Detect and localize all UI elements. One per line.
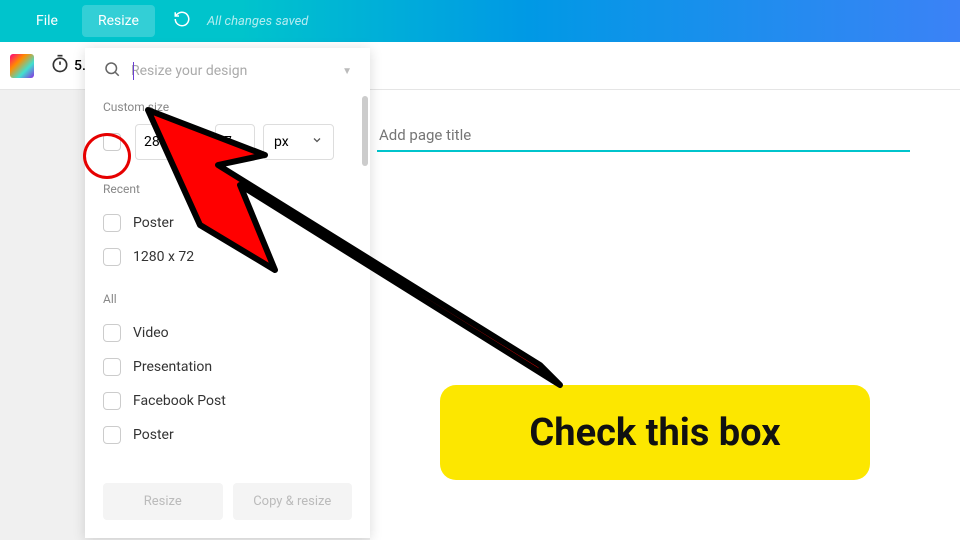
- all-label: All: [103, 292, 352, 306]
- custom-size-label: Custom size: [103, 100, 352, 114]
- timer-icon[interactable]: [50, 54, 70, 78]
- option-checkbox[interactable]: [103, 392, 121, 410]
- color-swatch-icon[interactable]: [10, 54, 34, 78]
- search-row: ▼: [103, 60, 352, 82]
- file-menu[interactable]: File: [20, 5, 74, 37]
- chevron-down-icon: [311, 134, 323, 150]
- width-input[interactable]: [135, 124, 185, 160]
- recent-option-dimensions[interactable]: 1280 x 72: [103, 240, 352, 274]
- page-title-input[interactable]: [377, 120, 910, 152]
- height-input[interactable]: [215, 124, 255, 160]
- option-label: 1280 x 72: [133, 249, 194, 265]
- recent-option-poster[interactable]: Poster: [103, 206, 352, 240]
- resize-menu[interactable]: Resize: [82, 5, 155, 37]
- annotation-callout: Check this box: [440, 385, 870, 480]
- resize-dropdown-panel: ▼ Custom size px Recent Poster 1280 x 72…: [85, 48, 370, 538]
- all-option-presentation[interactable]: Presentation: [103, 350, 352, 384]
- resize-button[interactable]: Resize: [103, 483, 223, 520]
- unit-dropdown[interactable]: px: [263, 124, 334, 160]
- undo-icon[interactable]: [173, 10, 191, 32]
- top-menu-bar: File Resize All changes saved: [0, 0, 960, 42]
- lock-icon[interactable]: [193, 133, 207, 152]
- unit-value: px: [274, 134, 289, 150]
- callout-text: Check this box: [529, 411, 780, 455]
- custom-size-controls: px: [103, 124, 352, 160]
- option-label: Poster: [133, 427, 174, 443]
- chevron-down-icon: ▼: [342, 66, 352, 77]
- scrollbar[interactable]: [362, 96, 368, 166]
- save-status: All changes saved: [207, 14, 308, 29]
- option-checkbox[interactable]: [103, 426, 121, 444]
- search-icon: [103, 60, 121, 82]
- panel-button-row: Resize Copy & resize: [103, 483, 352, 520]
- all-option-facebook-post[interactable]: Facebook Post: [103, 384, 352, 418]
- option-checkbox[interactable]: [103, 214, 121, 232]
- option-label: Facebook Post: [133, 393, 226, 409]
- text-cursor: [133, 62, 134, 80]
- all-option-video[interactable]: Video: [103, 316, 352, 350]
- recent-label: Recent: [103, 182, 352, 196]
- option-label: Presentation: [133, 359, 212, 375]
- all-option-poster[interactable]: Poster: [103, 418, 352, 452]
- option-checkbox[interactable]: [103, 324, 121, 342]
- resize-search-input[interactable]: [131, 63, 342, 79]
- copy-resize-button[interactable]: Copy & resize: [233, 483, 353, 520]
- option-label: Poster: [133, 215, 174, 231]
- option-checkbox[interactable]: [103, 248, 121, 266]
- custom-size-checkbox[interactable]: [103, 133, 121, 151]
- option-checkbox[interactable]: [103, 358, 121, 376]
- option-label: Video: [133, 325, 169, 341]
